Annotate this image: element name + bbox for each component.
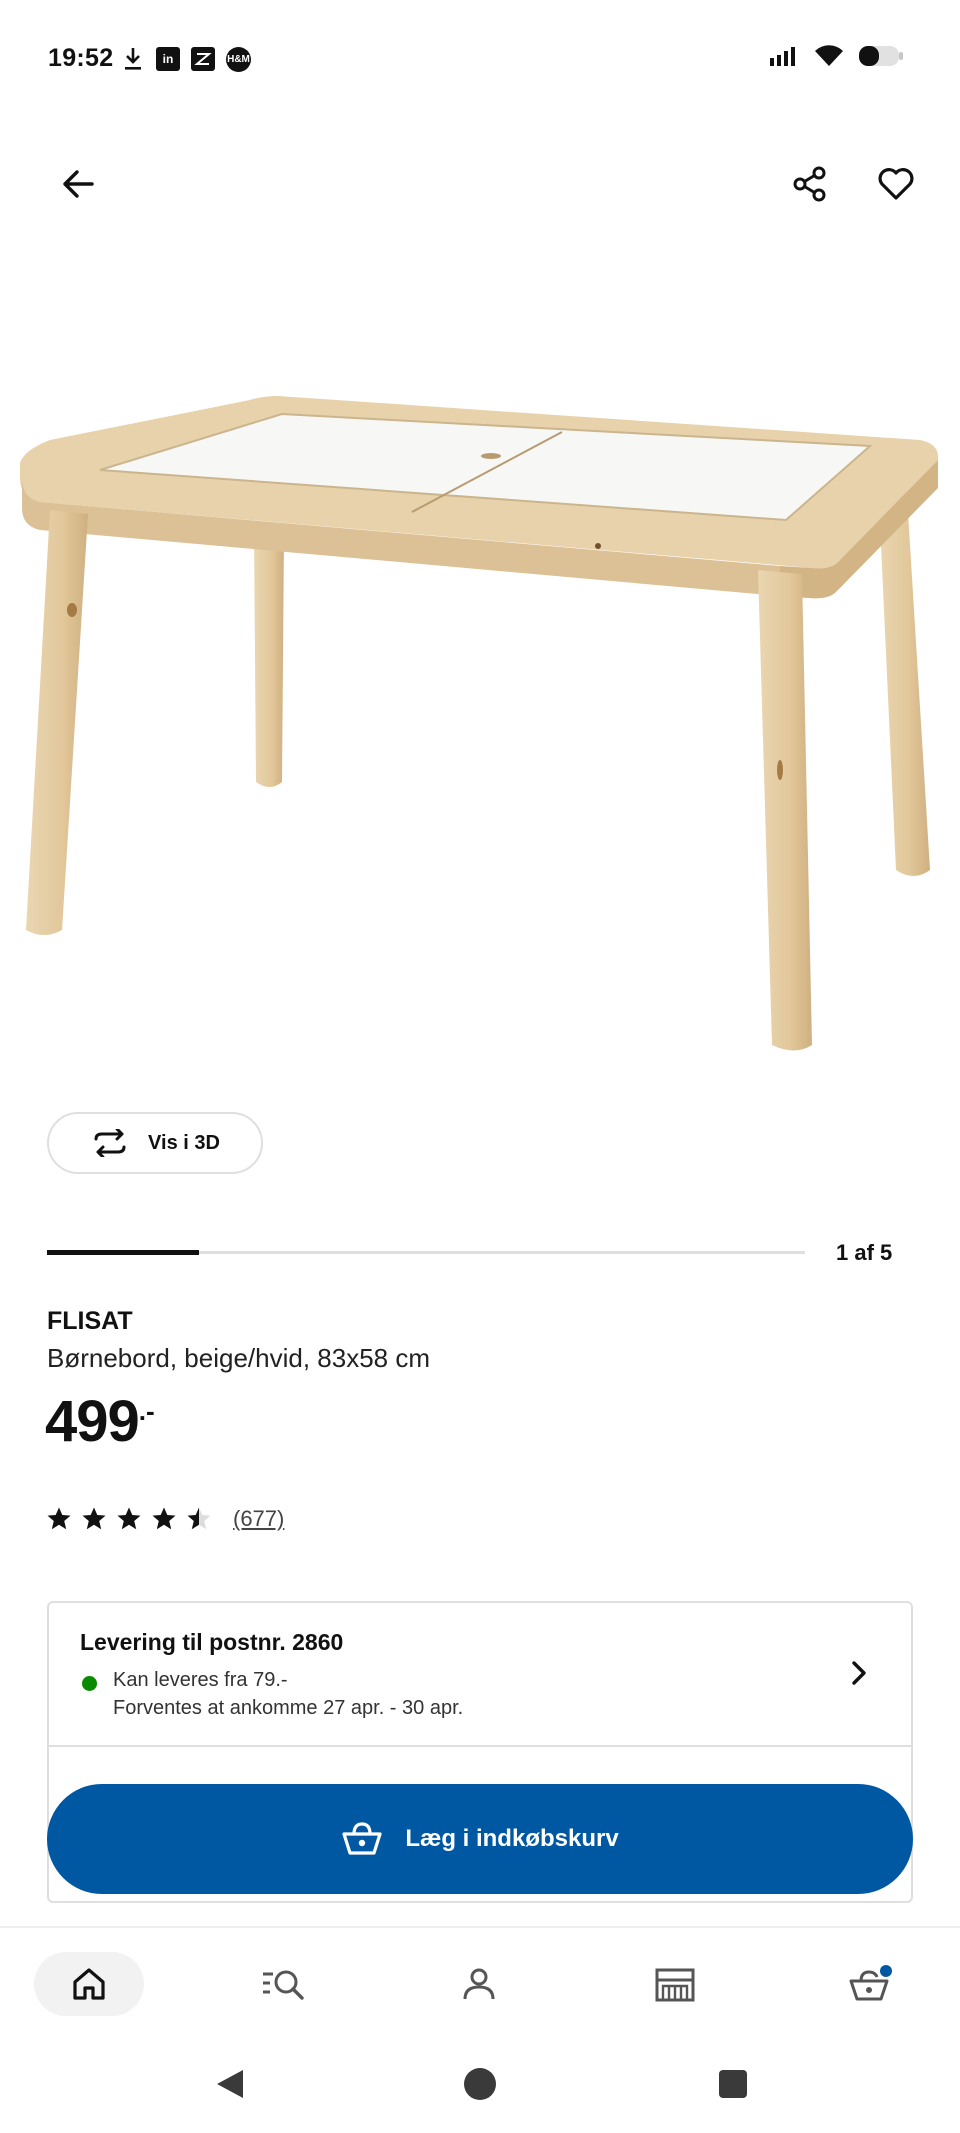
system-recents-button[interactable] [713, 2064, 753, 2104]
delivery-title: Levering til postnr. 2860 [80, 1629, 344, 1655]
rating[interactable]: (677) [46, 1506, 284, 1532]
wifi-icon [814, 44, 844, 73]
rotate-3d-icon [94, 1129, 126, 1157]
account-icon [463, 1968, 495, 2000]
star-icon [47, 1507, 71, 1530]
bottom-navigation [0, 1926, 960, 2038]
delivery-price-text: Kan leveres fra 79.- [113, 1669, 288, 1691]
share-button[interactable] [780, 154, 840, 214]
download-icon [120, 46, 146, 72]
search-list-icon [263, 1970, 304, 2000]
nav-stores[interactable] [620, 1952, 730, 2016]
cart-icon [849, 1965, 892, 2001]
store-icon [655, 1968, 695, 2002]
home-circle-icon [464, 2068, 496, 2100]
price-suffix: .- [138, 1396, 155, 1426]
delivery-option[interactable]: Levering til postnr. 2860 Kan leveres fr… [49, 1603, 911, 1747]
price-amount: 499 [45, 1389, 140, 1454]
system-home-button[interactable] [460, 2064, 500, 2104]
hm-icon: H&M [226, 46, 251, 72]
basket-icon [342, 1822, 382, 1855]
nav-search[interactable] [228, 1952, 338, 2016]
heart-icon [878, 168, 914, 200]
table-illustration [20, 396, 939, 1051]
add-to-cart-label: Læg i indkøbskurv [405, 1825, 619, 1852]
star-icon [187, 1507, 211, 1530]
nav-home[interactable] [34, 1952, 144, 2016]
battery-icon [858, 44, 904, 73]
status-bar: 19:52 in H&M [0, 0, 960, 120]
add-to-cart-button[interactable]: Læg i indkøbskurv [47, 1784, 913, 1894]
rating-count-link[interactable]: (677) [233, 1506, 284, 1532]
recents-square-icon [719, 2070, 747, 2098]
delivery-eta-text: Forventes at ankomme 27 apr. - 30 apr. [113, 1697, 464, 1719]
carousel-progress [47, 1250, 805, 1255]
share-icon [793, 166, 826, 202]
product-image[interactable] [0, 330, 960, 1090]
star-icon [117, 1507, 141, 1530]
nav-cart[interactable] [816, 1952, 926, 2016]
view-in-3d-button[interactable]: Vis i 3D [47, 1112, 263, 1174]
product-price: 499 .- [45, 1388, 155, 1456]
linkedin-icon: in [156, 47, 180, 71]
arrow-left-icon [63, 170, 94, 198]
chevron-right-icon [852, 1661, 866, 1685]
system-back-button[interactable] [210, 2064, 250, 2104]
home-icon [73, 1968, 105, 2000]
carousel-counter: 1 af 5 [836, 1240, 893, 1265]
status-time: 19:52 [48, 44, 114, 72]
carousel-progress-fill [47, 1250, 199, 1255]
signal-icon [770, 46, 800, 71]
back-button[interactable] [48, 154, 108, 214]
back-triangle-icon [217, 2070, 243, 2098]
view-in-3d-label: Vis i 3D [148, 1131, 220, 1154]
star-icon [152, 1507, 176, 1530]
product-description: Børnebord, beige/hvid, 83x58 cm [47, 1343, 430, 1373]
star-icon [82, 1507, 106, 1530]
status-system-icons [770, 44, 904, 73]
rating-stars [46, 1506, 212, 1532]
cart-notification-dot [880, 1965, 892, 1977]
favorite-button[interactable] [866, 154, 926, 214]
system-navigation [0, 2038, 960, 2133]
availability-status-dot [82, 1676, 97, 1691]
status-notification-icons: in H&M [120, 46, 251, 72]
product-name: FLISAT [47, 1307, 133, 1335]
nav-account[interactable] [424, 1952, 534, 2016]
zalando-icon [190, 46, 216, 72]
